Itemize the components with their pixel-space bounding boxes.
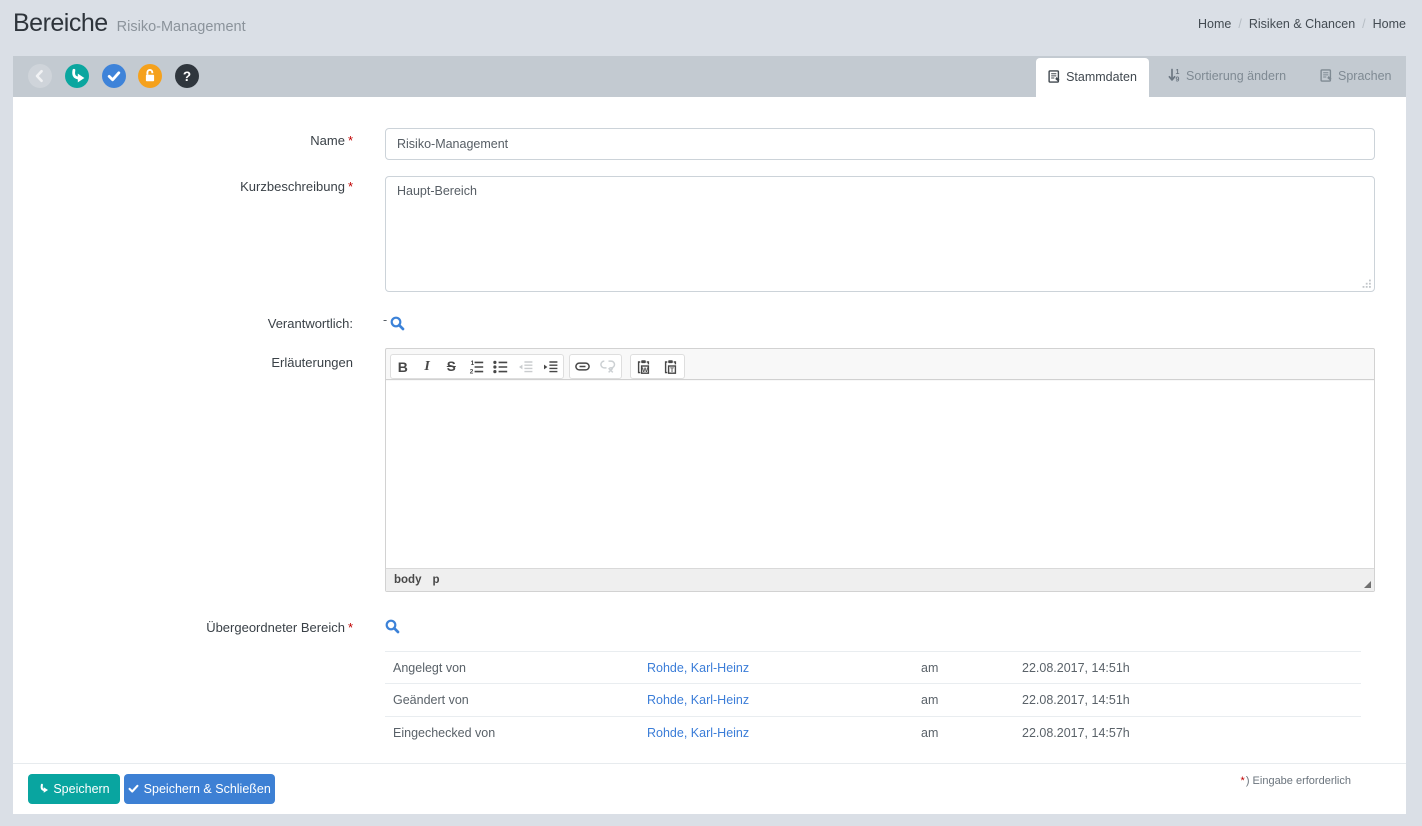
svg-text:1: 1	[1176, 69, 1180, 76]
svg-text:W: W	[642, 366, 648, 373]
svg-text:T: T	[670, 366, 674, 373]
svg-text:?: ?	[183, 69, 191, 84]
svg-text:9: 9	[1176, 77, 1180, 83]
svg-text:2: 2	[469, 368, 473, 373]
svg-text:1: 1	[470, 360, 474, 367]
